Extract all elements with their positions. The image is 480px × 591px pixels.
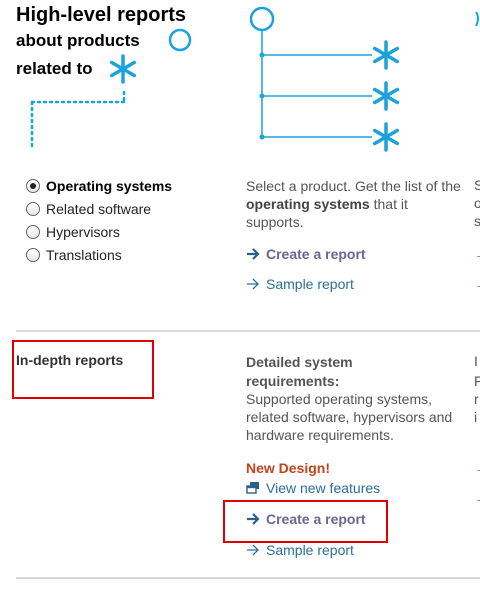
high-level-sample-report-link[interactable]: Sample report [246,276,354,292]
clipped-column-text: F [474,373,480,389]
radio-operating-systems[interactable]: Operating systems [26,178,172,194]
arrow-right-icon [247,248,260,260]
radio-translations[interactable]: Translations [26,247,122,263]
in-depth-sample-report-link[interactable]: Sample report [246,542,354,558]
clipped-column-arrow: → [474,276,480,292]
high-level-create-report-link[interactable]: Create a report [246,246,366,262]
external-window-icon [246,482,259,494]
clipped-column-arrow: → [474,460,480,476]
arrow-right-icon [247,544,259,556]
clipped-column-arrow: → [474,246,480,262]
asterisk-icon [109,54,137,84]
circle-icon [168,28,192,52]
detail-heading: Detailed system requirements: [246,354,353,389]
tree-diagram-icon [249,6,400,152]
in-depth-create-report-link[interactable]: Create a report [246,511,366,527]
radio-button[interactable] [26,179,40,193]
new-design-label: New Design! [246,460,331,476]
clipped-column-arrow: → [474,490,480,506]
header-graphics [30,6,479,152]
radio-button[interactable] [26,248,40,262]
radio-hypervisors[interactable]: Hypervisors [26,224,120,240]
clipped-column-text: I [474,353,478,369]
clipped-column-text: s [474,213,480,229]
clipped-column-text: S [474,177,480,193]
arrow-right-icon [247,513,260,525]
radio-button[interactable] [26,225,40,239]
highlight-box-in-depth [12,340,154,399]
radio-related-software[interactable]: Related software [26,201,151,217]
partial-column-icon [475,11,479,27]
detail-body: Supported operating systems, related sof… [246,391,453,443]
view-new-features-link[interactable]: View new features [246,480,380,496]
radio-button[interactable] [26,202,40,216]
section-divider [16,577,480,579]
section-divider [16,330,480,332]
dotted-connector [30,90,126,148]
in-depth-reports-title: In-depth reports [16,352,124,368]
clipped-column-text: r [474,391,479,407]
clipped-column-text: o [474,195,480,211]
arrow-right-icon [247,278,259,290]
high-level-description: Select a product. Get the list of the op… [246,178,461,230]
clipped-column-text: i [474,409,478,425]
